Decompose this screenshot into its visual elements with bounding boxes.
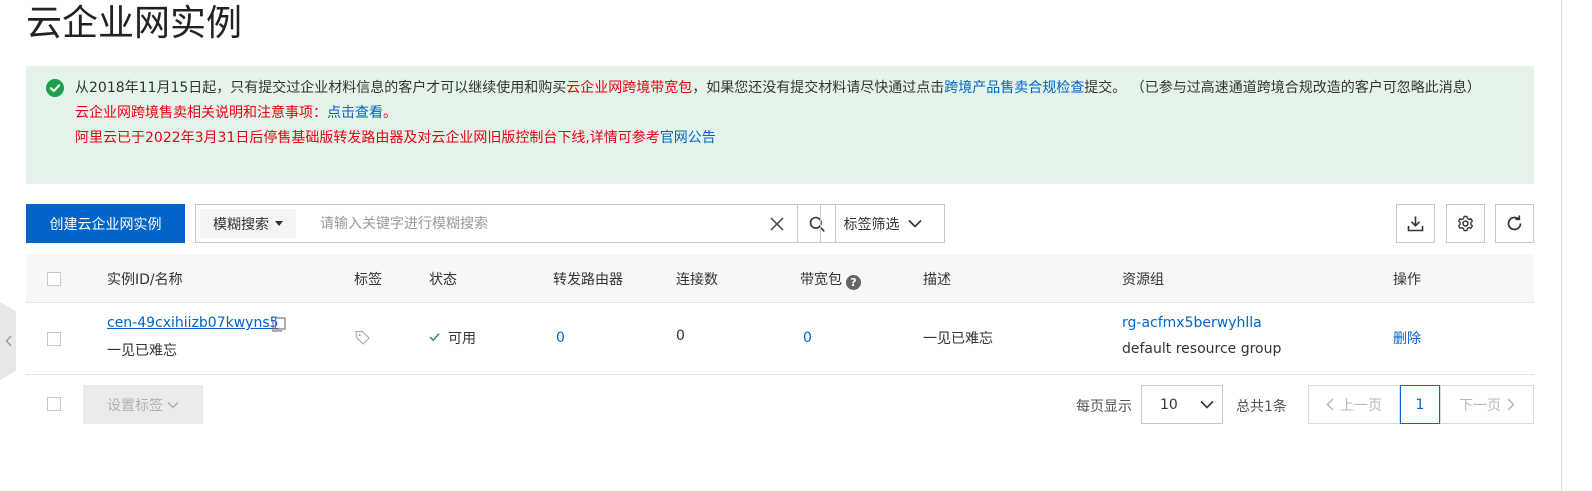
status-text: 可用	[448, 331, 476, 347]
next-page-label: 下一页	[1459, 397, 1501, 414]
set-tag-label: 设置标签	[107, 397, 163, 414]
download-icon	[1407, 216, 1424, 232]
view-details-link[interactable]: 点击查看	[327, 105, 383, 121]
col-id-name: 实例ID/名称	[107, 272, 183, 288]
gear-icon	[1457, 215, 1474, 232]
settings-button[interactable]	[1446, 204, 1485, 243]
row-checkbox[interactable]	[47, 332, 61, 346]
col-description: 描述	[923, 272, 951, 288]
page-1-button[interactable]: 1	[1400, 385, 1440, 424]
chevron-left-icon	[5, 335, 12, 347]
close-icon	[770, 216, 784, 231]
col-bandwidth: 带宽包?	[800, 269, 861, 290]
notice-text: 提交。 （已参与过高速通道跨境合规改造的客户可忽略此消息）	[1084, 80, 1481, 96]
connection-count: 0	[676, 328, 685, 344]
chevron-down-icon	[1200, 400, 1214, 409]
cen-instance-table: 实例ID/名称 标签 状态 转发路由器 连接数 带宽包? 描述 资源组 操作 c…	[26, 254, 1534, 375]
per-page-label: 每页显示	[1076, 399, 1132, 415]
prev-page-label: 上一页	[1340, 397, 1382, 414]
col-transit-router: 转发路由器	[553, 272, 623, 288]
toolbar: 创建云企业网实例 模糊搜索 标签筛选	[26, 204, 1534, 243]
help-icon[interactable]: ?	[846, 275, 861, 290]
notice-highlight: 云企业网跨境售卖相关说明和注意事项：	[75, 105, 327, 121]
page-title: 云企业网实例	[26, 3, 243, 44]
search-input[interactable]	[296, 205, 757, 242]
copy-icon[interactable]	[272, 317, 286, 332]
notice-text: 从2018年11月15日起，只有提交过企业材料信息的客户才可以继续使用和购买	[75, 80, 567, 96]
set-tag-button[interactable]: 设置标签	[83, 385, 203, 424]
success-check-icon	[46, 79, 64, 97]
tag-icon[interactable]	[355, 330, 370, 345]
bandwidth-count-link[interactable]: 0	[803, 330, 812, 346]
col-bandwidth-label: 带宽包	[800, 272, 842, 288]
search-type-label: 模糊搜索	[213, 216, 269, 233]
official-announcement-link[interactable]: 官网公告	[660, 130, 716, 146]
chevron-down-icon	[167, 401, 179, 409]
instance-id-link[interactable]: cen-49cxihiizb07kwyns5	[107, 315, 279, 331]
chevron-right-icon	[1507, 398, 1515, 411]
clear-search-button[interactable]	[757, 205, 797, 242]
chevron-left-icon	[1326, 398, 1334, 411]
notice-text: 。	[383, 105, 397, 121]
notice-highlight: 云企业网跨境带宽包	[566, 80, 693, 96]
transit-router-count-link[interactable]: 0	[556, 330, 565, 346]
check-icon	[429, 333, 440, 342]
page-size-select[interactable]: 10	[1141, 385, 1223, 424]
caret-down-icon	[275, 221, 283, 226]
notice-highlight: 阿里云已于2022年3月31日后停售基础版转发路由器及对云企业网旧版控制台下线,…	[75, 130, 660, 146]
notice-line-2: 云企业网跨境售卖相关说明和注意事项：点击查看。	[75, 101, 1514, 126]
col-status: 状态	[429, 272, 457, 288]
total-count: 总共1条	[1236, 399, 1287, 415]
footer-select-all-checkbox[interactable]	[47, 397, 61, 411]
sidebar-collapse-handle[interactable]	[0, 302, 16, 380]
search-type-select[interactable]: 模糊搜索	[200, 209, 296, 238]
notice-line-3: 阿里云已于2022年3月31日后停售基础版转发路由器及对云企业网旧版控制台下线,…	[75, 126, 1514, 151]
chevron-down-icon	[907, 219, 922, 228]
notice-text: ，如果您还没有提交材料请尽快通过点击	[692, 80, 945, 96]
refresh-icon	[1507, 215, 1522, 231]
resource-group-name: default resource group	[1122, 341, 1282, 357]
notice-line-1: 从2018年11月15日起，只有提交过企业材料信息的客户才可以继续使用和购买云企…	[75, 76, 1514, 101]
create-cen-instance-button[interactable]: 创建云企业网实例	[26, 204, 185, 243]
select-all-checkbox[interactable]	[47, 272, 61, 286]
col-tags: 标签	[354, 272, 382, 288]
page-size-value: 10	[1160, 396, 1178, 413]
scrollbar-track[interactable]	[1561, 0, 1562, 491]
description-text: 一见已难忘	[923, 331, 993, 347]
col-resource-group: 资源组	[1122, 272, 1164, 288]
refresh-button[interactable]	[1495, 204, 1534, 243]
compliance-notice: 从2018年11月15日起，只有提交过企业材料信息的客户才可以继续使用和购买云企…	[26, 66, 1534, 184]
search-group: 模糊搜索	[195, 204, 836, 243]
tag-filter-dropdown[interactable]: 标签筛选	[820, 204, 945, 243]
delete-button[interactable]: 删除	[1393, 328, 1421, 348]
next-page-button[interactable]: 下一页	[1440, 385, 1534, 424]
table-header: 实例ID/名称 标签 状态 转发路由器 连接数 带宽包? 描述 资源组 操作	[26, 254, 1534, 303]
tag-filter-label: 标签筛选	[843, 216, 900, 233]
table-footer: 设置标签 每页显示 10 总共1条 上一页 1 下一页	[26, 385, 1534, 424]
instance-name: 一见已难忘	[107, 343, 177, 359]
compliance-check-link[interactable]: 跨境产品售卖合规检查	[944, 80, 1084, 96]
resource-group-link[interactable]: rg-acfmx5berwyhlla	[1122, 315, 1262, 331]
prev-page-button[interactable]: 上一页	[1308, 385, 1400, 424]
col-actions: 操作	[1393, 272, 1421, 288]
table-row: cen-49cxihiizb07kwyns5 一见已难忘 可用 0 0 0 一见…	[26, 303, 1534, 375]
export-button[interactable]	[1396, 204, 1435, 243]
col-connections: 连接数	[676, 272, 718, 288]
